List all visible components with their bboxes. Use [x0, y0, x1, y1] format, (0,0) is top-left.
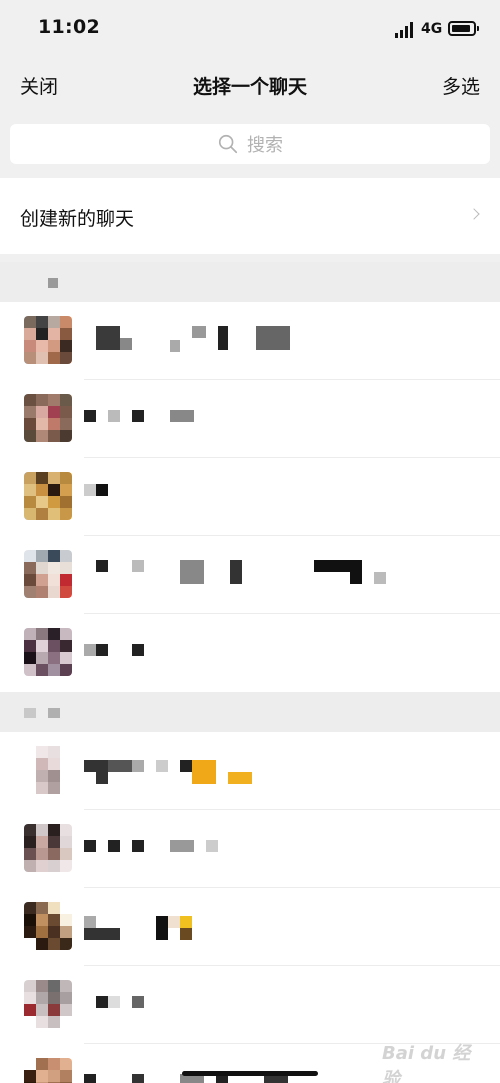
contact-name-redacted [84, 834, 484, 862]
close-button[interactable]: 关闭 [20, 72, 58, 99]
avatar [24, 316, 72, 364]
signal-icon [395, 22, 415, 38]
section-header [0, 692, 500, 732]
list-item[interactable] [0, 888, 500, 966]
section-header [0, 262, 500, 302]
chevron-right-icon [468, 208, 480, 220]
avatar [24, 902, 72, 950]
list-item[interactable] [0, 302, 500, 380]
status-bar: 11:02 4G [0, 0, 500, 60]
avatar [24, 746, 72, 794]
contact-name-redacted [84, 326, 484, 354]
list-item[interactable] [0, 380, 500, 458]
list-item[interactable] [0, 614, 500, 692]
list-item[interactable] [0, 810, 500, 888]
search-icon [218, 134, 238, 154]
avatar [24, 550, 72, 598]
list-item[interactable] [0, 536, 500, 614]
avatar [24, 824, 72, 872]
contact-name-redacted [84, 638, 484, 666]
page-title: 选择一个聊天 [192, 76, 307, 98]
search-placeholder: 搜索 [247, 135, 283, 156]
section-letter-redacted [22, 704, 62, 720]
home-indicator[interactable] [182, 1071, 318, 1076]
contact-name-redacted [84, 990, 484, 1018]
create-new-chat-label: 创建新的聊天 [20, 208, 135, 230]
avatar [24, 980, 72, 1028]
contact-name-redacted [84, 756, 484, 784]
avatar [24, 628, 72, 676]
navigation-bar: 关闭 选择一个聊天 多选 [0, 60, 500, 110]
avatar [24, 394, 72, 442]
list-item[interactable] [0, 732, 500, 810]
create-new-chat-item[interactable]: 创建新的聊天 [0, 178, 500, 254]
recent-chat-list [0, 302, 500, 692]
network-type: 4G [421, 21, 443, 37]
battery-icon [448, 21, 479, 36]
avatar [24, 472, 72, 520]
contact-name-redacted [84, 482, 484, 510]
list-item[interactable] [0, 966, 500, 1044]
list-item[interactable] [0, 458, 500, 536]
contact-name-redacted [84, 560, 484, 588]
section-letter-redacted [22, 274, 62, 290]
avatar [24, 1058, 72, 1083]
contact-name-redacted [84, 912, 484, 940]
baidu-watermark: Bai du 经验 [382, 1039, 482, 1083]
contact-list [0, 732, 500, 1083]
status-time: 11:02 [38, 16, 100, 38]
search-input[interactable]: 搜索 [10, 124, 490, 164]
multi-select-button[interactable]: 多选 [442, 72, 480, 99]
contact-name-redacted [84, 404, 484, 432]
